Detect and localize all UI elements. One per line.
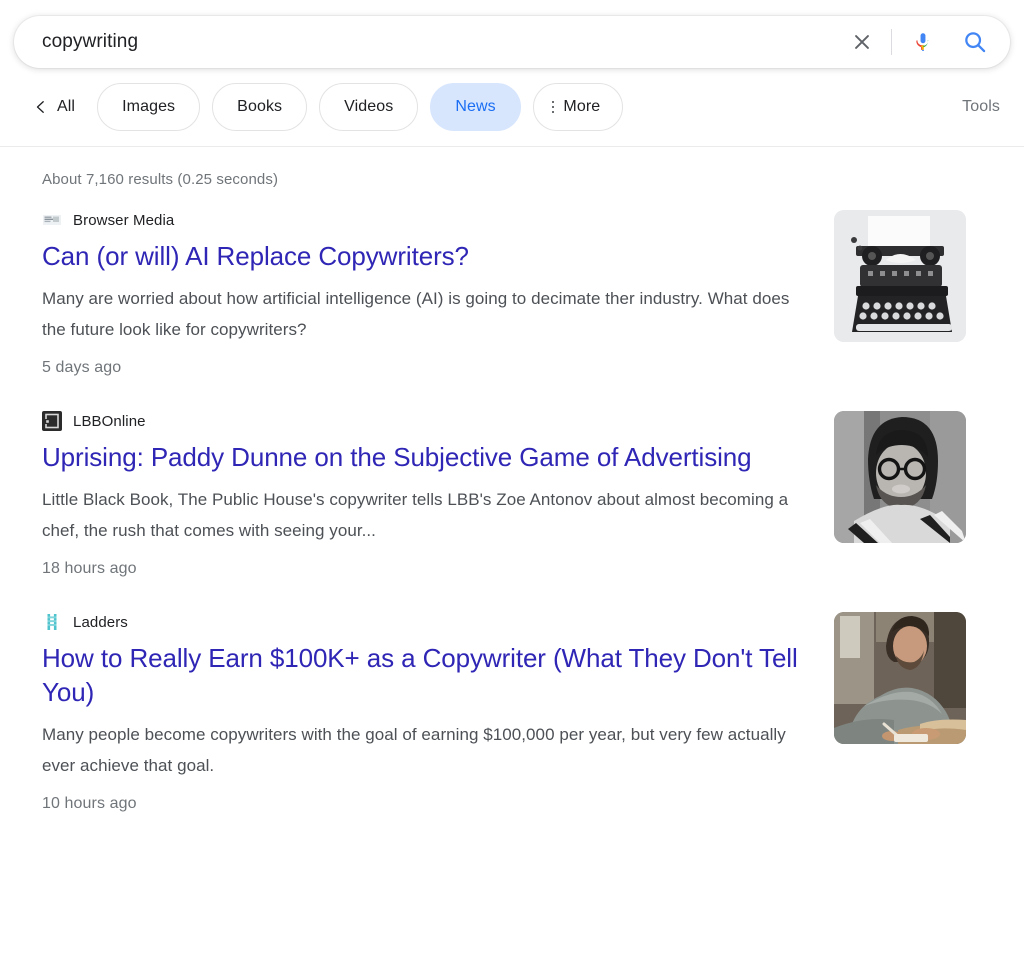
chip-label: Videos [344, 98, 394, 115]
chip-label: News [455, 98, 496, 115]
result-content: Browser Media Can (or will) AI Replace C… [42, 210, 814, 377]
lbbonline-favicon [42, 411, 62, 431]
filter-chip-more[interactable]: More [532, 83, 624, 131]
result-timestamp: 18 hours ago [42, 560, 137, 577]
result-title-link[interactable]: How to Really Earn $100K+ as a Copywrite… [42, 641, 814, 709]
search-header: All Images Books Videos News More Tools [0, 0, 1024, 147]
result-content: Ladders How to Really Earn $100K+ as a C… [42, 612, 814, 813]
result-title-link[interactable]: Can (or will) AI Replace Copywriters? [42, 239, 814, 273]
search-results: About 7,160 results (0.25 seconds) Brows… [0, 147, 1024, 847]
filter-chip-images[interactable]: Images [97, 83, 201, 131]
tools-button[interactable]: Tools [962, 98, 1000, 116]
browser-media-favicon [42, 210, 62, 230]
result-snippet: Little Black Book, The Public House's co… [42, 490, 789, 540]
more-vertical-icon [551, 100, 555, 114]
result-source-name: Ladders [73, 613, 128, 631]
result-timestamp: 10 hours ago [42, 795, 137, 812]
man-portrait-photo [834, 411, 966, 543]
filter-chips: Images Books Videos News More [97, 83, 624, 131]
chip-label: Images [122, 98, 176, 115]
filter-chip-news[interactable]: News [430, 83, 521, 131]
result-thumbnail[interactable] [834, 411, 966, 543]
news-result-item[interactable]: Browser Media Can (or will) AI Replace C… [42, 210, 1024, 411]
result-timestamp: 5 days ago [42, 359, 122, 376]
result-snippet: Many people become copywriters with the … [42, 725, 786, 775]
man-writing-photo [834, 612, 966, 744]
filter-chip-videos[interactable]: Videos [319, 83, 419, 131]
search-icon [965, 32, 986, 53]
result-content: LBBOnline Uprising: Paddy Dunne on the S… [42, 411, 814, 578]
result-stats: About 7,160 results (0.25 seconds) [42, 171, 279, 188]
result-thumbnail[interactable] [834, 210, 966, 342]
result-source-name: Browser Media [73, 211, 175, 229]
close-icon [855, 35, 869, 49]
result-source-row: LBBOnline [42, 411, 814, 431]
search-submit-button[interactable] [958, 25, 992, 59]
result-thumbnail[interactable] [834, 612, 966, 744]
result-snippet: Many are worried about how artificial in… [42, 289, 790, 339]
filter-all-label: All [57, 98, 76, 115]
result-source-row: Browser Media [42, 210, 814, 230]
search-box-actions [845, 25, 992, 59]
chip-label: More [563, 98, 601, 115]
news-result-item[interactable]: LBBOnline Uprising: Paddy Dunne on the S… [42, 411, 1024, 612]
search-box[interactable] [14, 16, 1010, 68]
clear-search-button[interactable] [845, 25, 879, 59]
result-source-row: Ladders [42, 612, 814, 632]
result-source-name: LBBOnline [73, 412, 146, 430]
result-title-link[interactable]: Uprising: Paddy Dunne on the Subjective … [42, 440, 814, 474]
voice-search-button[interactable] [906, 25, 940, 59]
header-divider [0, 146, 1024, 147]
divider [891, 29, 892, 55]
search-filters-bar: All Images Books Videos News More Tools [0, 68, 1024, 146]
chevron-left-icon [36, 101, 44, 113]
back-to-all-button[interactable]: All [34, 98, 75, 116]
filter-chip-books[interactable]: Books [212, 83, 308, 131]
typewriter-photo [834, 210, 966, 342]
ladders-favicon [42, 612, 62, 632]
chip-label: Books [237, 98, 283, 115]
microphone-icon [916, 33, 929, 51]
search-input[interactable] [42, 27, 845, 57]
news-result-item[interactable]: Ladders How to Really Earn $100K+ as a C… [42, 612, 1024, 847]
searchbar-container [0, 16, 1024, 68]
